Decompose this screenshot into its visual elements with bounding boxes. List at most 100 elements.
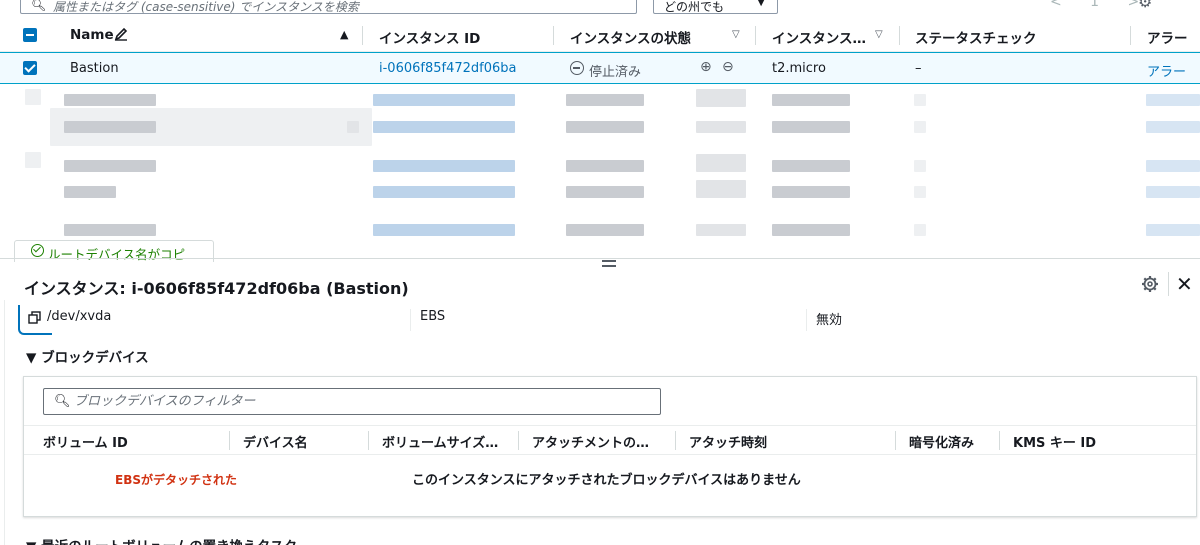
- cell-status-check: –: [915, 61, 922, 76]
- preferences-gear-icon[interactable]: ⚙: [1138, 0, 1152, 11]
- zoom-out-icon[interactable]: ⊖: [722, 59, 734, 75]
- column-divider[interactable]: [675, 431, 676, 450]
- cell-name: Bastion: [70, 61, 119, 76]
- column-header-instance-id[interactable]: インスタンス ID: [379, 27, 480, 47]
- redacted-block: [1146, 224, 1200, 236]
- redacted-block: [1146, 160, 1200, 172]
- column-header-status-check[interactable]: ステータスチェック: [915, 27, 1037, 47]
- column-header-volume-id[interactable]: ボリューム ID: [43, 432, 128, 451]
- column-divider[interactable]: [895, 431, 896, 450]
- redacted-block: [373, 160, 515, 172]
- column-header-attachment[interactable]: アタッチメントの…: [532, 432, 649, 451]
- row-checkbox[interactable]: [23, 61, 37, 75]
- block-devices-panel: 🔍︎ ボリューム ID デバイス名 ボリュームサイズ… アタッチメントの… アタ…: [23, 376, 1197, 517]
- gear-icon[interactable]: [1141, 275, 1159, 293]
- pagination[interactable]: < 1 >: [1050, 0, 1151, 10]
- redacted-block: [347, 121, 359, 133]
- state-filter-select[interactable]: どの州でも ▼: [653, 0, 778, 14]
- column-divider[interactable]: [368, 431, 369, 450]
- column-header-device-name[interactable]: デバイス名: [243, 432, 308, 451]
- redacted-block: [566, 186, 644, 198]
- select-all-checkbox[interactable]: [23, 28, 37, 42]
- toast-text: ルートデバイス名がコピ: [48, 247, 186, 262]
- state-filter-value: どの州でも: [664, 0, 725, 14]
- resize-handle-icon[interactable]: [602, 260, 616, 270]
- redacted-block: [373, 186, 515, 198]
- success-check-icon: [31, 244, 44, 257]
- column-divider[interactable]: [899, 26, 900, 45]
- search-placeholder: 属性またはタグ (case-sensitive) でインスタンスを検索: [53, 0, 359, 14]
- filter-caret-icon[interactable]: ▽: [732, 29, 740, 40]
- instance-search-input[interactable]: 🔍︎ 属性またはタグ (case-sensitive) でインスタンスを検索: [20, 0, 637, 14]
- redacted-block: [914, 160, 926, 172]
- redacted-block: [373, 121, 515, 133]
- cell-instance-type: t2.micro: [772, 61, 826, 76]
- redacted-block: [373, 94, 515, 106]
- block-devices-section-toggle[interactable]: ▼ ブロックデバイス: [26, 346, 149, 366]
- column-divider[interactable]: [755, 26, 756, 45]
- pencil-icon: [114, 27, 128, 41]
- cell-alarm-link[interactable]: アラー: [1147, 61, 1186, 80]
- column-divider[interactable]: [999, 431, 1000, 450]
- column-header-instance-state[interactable]: インスタンスの状態: [570, 27, 691, 47]
- redacted-block: [696, 180, 746, 198]
- redacted-block: [696, 154, 746, 172]
- caret-down-icon: ▼: [757, 0, 765, 8]
- column-divider[interactable]: [518, 431, 519, 450]
- column-divider[interactable]: [229, 431, 230, 450]
- root-volume-replace-section-toggle[interactable]: ▼ 最近のルートボリュームの置き換えタスク: [26, 535, 297, 545]
- redacted-block: [914, 121, 926, 133]
- split-panel-divider[interactable]: [0, 258, 1200, 259]
- stopped-status-icon: [570, 61, 584, 75]
- divider: [806, 309, 807, 331]
- sort-ascending-icon[interactable]: ▲: [340, 28, 348, 41]
- instances-toolbar: 🔍︎ 属性またはタグ (case-sensitive) でインスタンスを検索 ど…: [0, 0, 1200, 16]
- copy-icon[interactable]: [28, 311, 41, 324]
- redacted-block: [914, 224, 926, 236]
- column-header-alarm[interactable]: アラー: [1147, 27, 1188, 47]
- column-header-encrypted[interactable]: 暗号化済み: [909, 432, 974, 451]
- redacted-rows: [0, 84, 1200, 256]
- redacted-block: [772, 186, 850, 198]
- redacted-block: [566, 160, 644, 172]
- redacted-block: [25, 89, 41, 105]
- table-row-selected[interactable]: Bastion i-0606f85f472df06ba 停止済み ⊕ ⊖ t2.…: [0, 52, 1200, 84]
- redacted-block: [772, 121, 850, 133]
- column-divider[interactable]: [362, 26, 363, 45]
- column-header-kms-key-id[interactable]: KMS キー ID: [1013, 432, 1096, 451]
- redacted-block: [64, 121, 156, 133]
- search-icon: 🔍︎: [54, 394, 71, 409]
- column-header-name[interactable]: Name: [70, 27, 114, 43]
- ec2-instances-page: 🔍︎ 属性またはタグ (case-sensitive) でインスタンスを検索 ど…: [0, 0, 1200, 545]
- redacted-block: [696, 224, 746, 236]
- divider: [410, 309, 411, 331]
- cell-instance-id-link[interactable]: i-0606f85f472df06ba: [379, 61, 516, 76]
- redacted-block: [64, 186, 116, 198]
- column-header-instance-type[interactable]: インスタンス…: [772, 27, 866, 47]
- column-header-attach-time[interactable]: アタッチ時刻: [689, 432, 767, 451]
- search-icon: 🔍︎: [31, 0, 47, 12]
- divider: [1168, 272, 1169, 296]
- column-divider[interactable]: [1130, 26, 1131, 45]
- block-device-filter-input[interactable]: 🔍︎: [43, 388, 661, 415]
- filter-caret-icon[interactable]: ▽: [875, 29, 883, 40]
- redacted-block: [1146, 121, 1200, 133]
- block-devices-table-header: ボリューム ID デバイス名 ボリュームサイズ… アタッチメントの… アタッチ時…: [24, 425, 1196, 455]
- root-device-name: /dev/xvda: [47, 309, 112, 324]
- redacted-block: [64, 160, 156, 172]
- redacted-block: [772, 160, 850, 172]
- block-device-filter-field[interactable]: [74, 391, 644, 412]
- zoom-in-icon[interactable]: ⊕: [700, 59, 712, 75]
- redacted-block: [772, 94, 850, 106]
- detail-pane-title: インスタンス: i-0606f85f472df06ba (Bastion): [24, 279, 409, 298]
- column-divider[interactable]: [553, 26, 554, 45]
- redacted-block: [914, 94, 926, 106]
- redacted-block: [1146, 94, 1200, 106]
- root-device-row: /dev/xvda EBS 無効: [0, 303, 1200, 335]
- redacted-block: [64, 94, 156, 106]
- column-header-volume-size[interactable]: ボリュームサイズ…: [382, 432, 498, 451]
- cell-instance-state: 停止済み: [589, 65, 642, 80]
- redacted-block: [64, 224, 156, 236]
- close-icon[interactable]: ✕: [1176, 272, 1193, 296]
- redacted-block: [914, 186, 926, 198]
